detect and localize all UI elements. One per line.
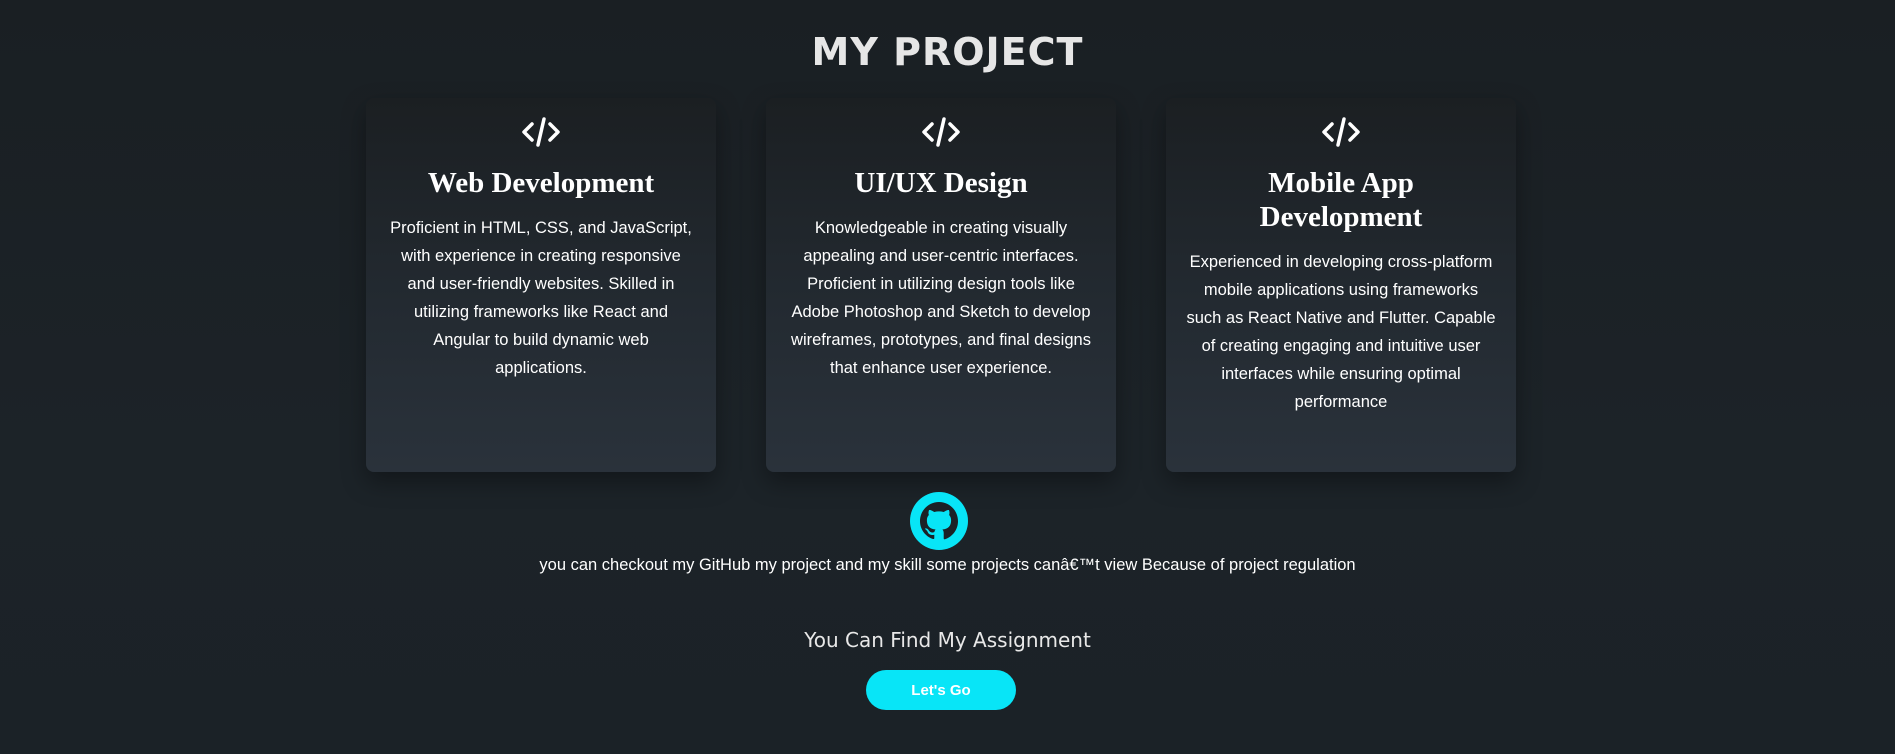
github-note: you can checkout my GitHub my project an… [539,556,1356,574]
card-description: Experienced in developing cross-platform… [1186,253,1496,411]
card-description: Proficient in HTML, CSS, and JavaScript,… [390,219,692,377]
github-icon[interactable] [910,492,968,550]
code-icon [522,117,560,147]
card-title: UI/UX Design [854,167,1028,199]
card-title: Mobile App Development [1259,167,1423,233]
assignment-heading: You Can Find My Assignment [804,628,1091,652]
card-ui-ux-design: UI/UX Design Knowledgeable in creating v… [766,98,1116,472]
card-mobile-app-development: Mobile App Development Experienced in de… [1166,98,1516,472]
lets-go-button[interactable]: Let's Go [866,670,1016,710]
card-web-development: Web Development Proficient in HTML, CSS,… [366,98,716,472]
code-icon [922,117,960,147]
card-title: Web Development [427,167,655,199]
page-title: MY PROJECT [811,30,1084,74]
project-cards: Web Development Proficient in HTML, CSS,… [366,98,1516,472]
card-description: Knowledgeable in creating visually appea… [791,219,1091,377]
code-icon [1322,117,1360,147]
